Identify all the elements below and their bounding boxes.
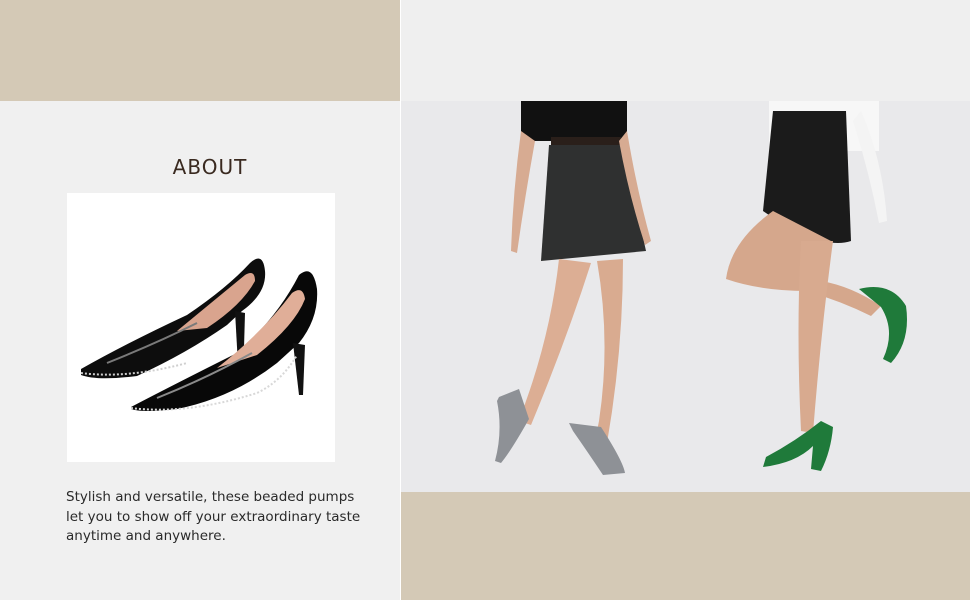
product-image	[67, 193, 335, 462]
top-right-gray-block	[401, 0, 970, 101]
black-pumps-illustration	[80, 258, 318, 411]
bottom-right-tan-block	[401, 492, 970, 600]
lifestyle-photo	[401, 101, 970, 492]
top-left-tan-block	[0, 0, 400, 101]
models-illustration	[401, 101, 970, 492]
section-heading: ABOUT	[172, 155, 248, 179]
product-description: Stylish and versatile, these beaded pump…	[66, 489, 361, 544]
